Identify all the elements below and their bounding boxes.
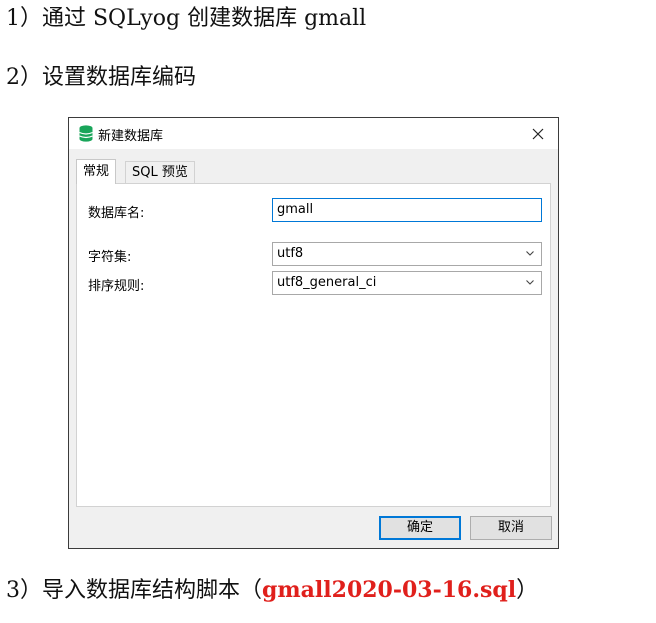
general-panel: 数据库名: gmall 字符集: utf8 排序规则: utf8_general… (76, 183, 551, 507)
chevron-down-icon (526, 251, 534, 256)
close-button[interactable] (518, 118, 558, 149)
ok-button[interactable]: 确定 (379, 516, 461, 540)
dialog-title: 新建数据库 (98, 129, 164, 144)
charset-select[interactable]: utf8 (272, 242, 542, 266)
step-2-heading: 2）设置数据库编码 (6, 65, 196, 90)
step-3-heading: 3）导入数据库结构脚本（gmall2020-03-16.sql） (6, 576, 538, 605)
charset-value: utf8 (277, 246, 304, 261)
tab-sql-preview[interactable]: SQL 预览 (125, 161, 195, 183)
db-name-input[interactable]: gmall (272, 198, 542, 222)
charset-label: 字符集: (88, 250, 132, 265)
db-name-label: 数据库名: (88, 206, 145, 221)
cancel-button[interactable]: 取消 (470, 516, 552, 540)
close-icon (532, 128, 544, 139)
step-3-suffix: ） (516, 578, 539, 603)
step-3-filename: gmall2020-03-16.sql (262, 577, 517, 603)
collation-value: utf8_general_ci (277, 275, 377, 290)
collation-label: 排序规则: (88, 279, 145, 294)
step-1-heading: 1）通过 SQLyog 创建数据库 gmall (6, 6, 367, 31)
title-bar[interactable]: 新建数据库 (69, 118, 558, 149)
collation-select[interactable]: utf8_general_ci (272, 271, 542, 295)
chevron-down-icon (526, 280, 534, 285)
tab-general[interactable]: 常规 (76, 159, 117, 184)
database-icon (79, 125, 93, 142)
new-database-dialog: 新建数据库 常规 SQL 预览 数据库名: gmall 字符集: utf8 排序… (68, 117, 559, 549)
step-3-prefix: 3）导入数据库结构脚本（ (6, 578, 262, 603)
